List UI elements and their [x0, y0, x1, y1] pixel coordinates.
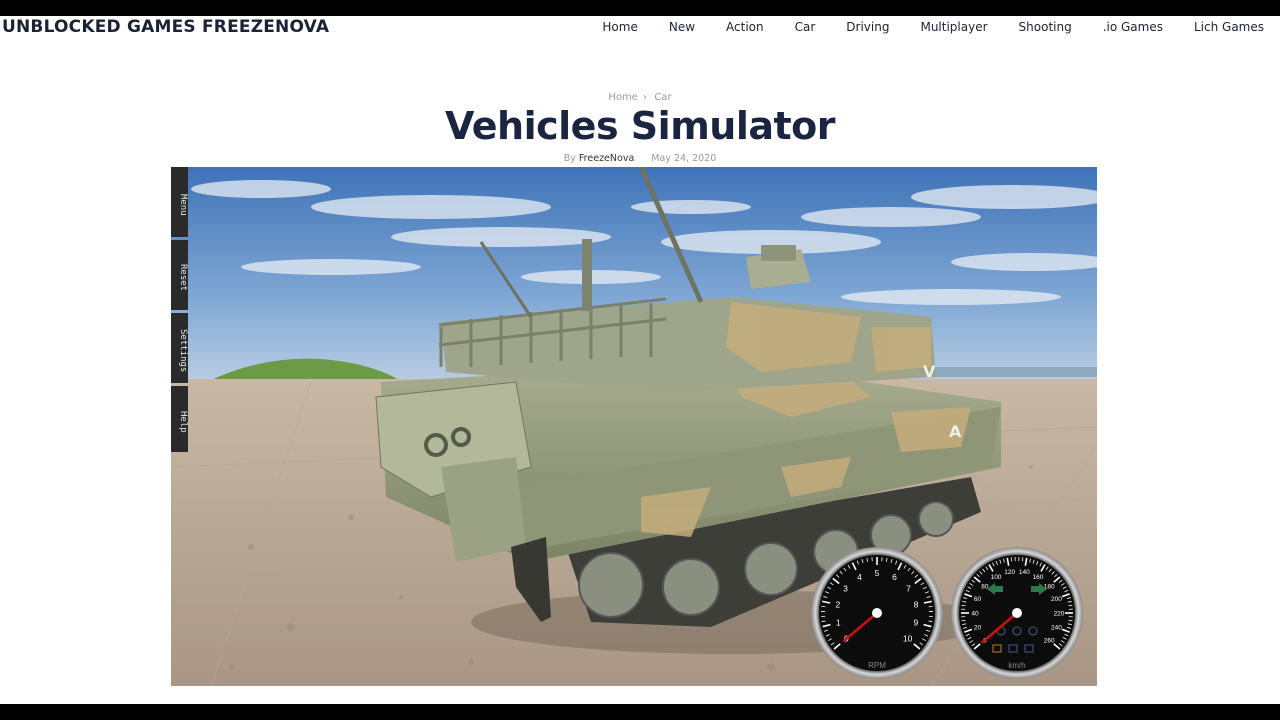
game-scene: V A 012345678910 RPM 0204060801001201401… — [171, 167, 1097, 686]
spd-label: 220 — [1054, 610, 1065, 617]
spd-tick — [1068, 619, 1073, 622]
spd-label: 100 — [991, 574, 1002, 581]
spd-tick — [961, 604, 966, 607]
top-letterbox-bar — [0, 0, 1280, 16]
rpm-label: 7 — [906, 583, 911, 593]
nav-item-multiplayer[interactable]: Multiplayer — [920, 18, 987, 36]
spd-label: 40 — [971, 610, 979, 617]
speed-unit-label: km/h — [1008, 661, 1025, 670]
rpm-label: 8 — [914, 600, 919, 610]
nav-item-action[interactable]: Action — [726, 18, 764, 36]
rpm-label: 10 — [903, 634, 913, 644]
rpm-unit-label: RPM — [868, 661, 886, 670]
spd-label: 260 — [1044, 637, 1055, 644]
article-meta: By FreezeNova May 24, 2020 — [0, 153, 1280, 164]
distant-water — [911, 367, 1097, 377]
spd-label: 60 — [974, 596, 982, 603]
spd-label: 140 — [1019, 569, 1030, 576]
spd-label: 120 — [1004, 569, 1015, 576]
game-reset-button[interactable]: Reset — [171, 240, 188, 310]
game-settings-button[interactable]: Settings — [171, 313, 188, 383]
nav-item-car[interactable]: Car — [795, 18, 816, 36]
breadcrumb-separator: › — [643, 92, 648, 103]
rpm-label: 9 — [913, 618, 918, 628]
game-canvas[interactable]: V A 012345678910 RPM 0204060801001201401… — [171, 167, 1097, 686]
rpm-label: 1 — [836, 618, 841, 628]
page-title: Vehicles Simulator — [444, 104, 836, 148]
speed-needle-hub — [1012, 608, 1022, 618]
tank-marking-a: A — [949, 422, 962, 441]
rpm-label: 5 — [875, 568, 880, 578]
byline-prefix: By — [563, 153, 576, 164]
nav-item-new[interactable]: New — [669, 18, 695, 36]
spd-label: 160 — [1033, 574, 1044, 581]
tank-marking-v: V — [923, 362, 936, 381]
rpm-gauge: 012345678910 RPM — [811, 547, 943, 679]
breadcrumb: Home › Car — [0, 92, 1280, 103]
breadcrumb-home-link[interactable]: Home — [608, 92, 638, 103]
bottom-letterbox-bar — [0, 704, 1280, 720]
nav-item-lich-games[interactable]: Lich Games — [1194, 18, 1264, 36]
spd-label: 200 — [1051, 596, 1062, 603]
publish-date: May 24, 2020 — [651, 153, 717, 164]
nav-item-home[interactable]: Home — [602, 18, 637, 36]
main-nav: Home New Action Car Driving Multiplayer … — [571, 18, 1264, 36]
author-link[interactable]: FreezeNova — [579, 153, 634, 164]
spd-label: 240 — [1051, 625, 1062, 632]
spd-tick — [1068, 604, 1073, 607]
site-logo-title[interactable]: UNBLOCKED GAMES FREEZENOVA — [2, 16, 329, 38]
spd-label: 20 — [974, 625, 982, 632]
rpm-label: 4 — [857, 572, 862, 582]
nav-item-driving[interactable]: Driving — [846, 18, 889, 36]
rpm-needle-hub — [872, 608, 882, 618]
nav-item-shooting[interactable]: Shooting — [1019, 18, 1072, 36]
rpm-label: 6 — [892, 572, 897, 582]
rpm-label: 3 — [843, 583, 848, 593]
game-menu-button[interactable]: Menu — [171, 167, 188, 237]
spd-tick — [961, 619, 966, 622]
breadcrumb-category-link[interactable]: Car — [654, 92, 671, 103]
rpm-label: 2 — [836, 600, 841, 610]
game-help-button[interactable]: Help — [171, 386, 188, 452]
nav-item-io-games[interactable]: .io Games — [1103, 18, 1163, 36]
speed-gauge: 020406080100120140160180200220240260 km/… — [951, 547, 1083, 679]
